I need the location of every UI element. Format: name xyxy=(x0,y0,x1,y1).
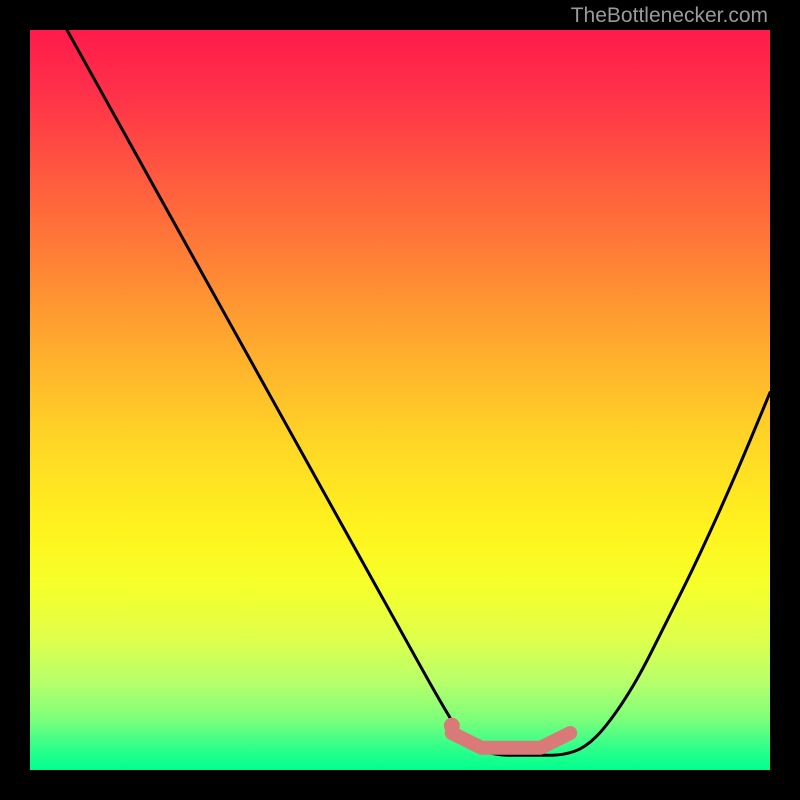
bottleneck-curve xyxy=(67,30,770,755)
bottom-border xyxy=(0,770,800,800)
chart-container: TheBottleneсker.com xyxy=(0,0,800,800)
chart-svg xyxy=(30,30,770,770)
highlight-segment xyxy=(452,733,570,748)
highlight-point xyxy=(444,718,460,734)
watermark-text: TheBottleneсker.com xyxy=(571,4,768,28)
left-border xyxy=(0,0,30,800)
